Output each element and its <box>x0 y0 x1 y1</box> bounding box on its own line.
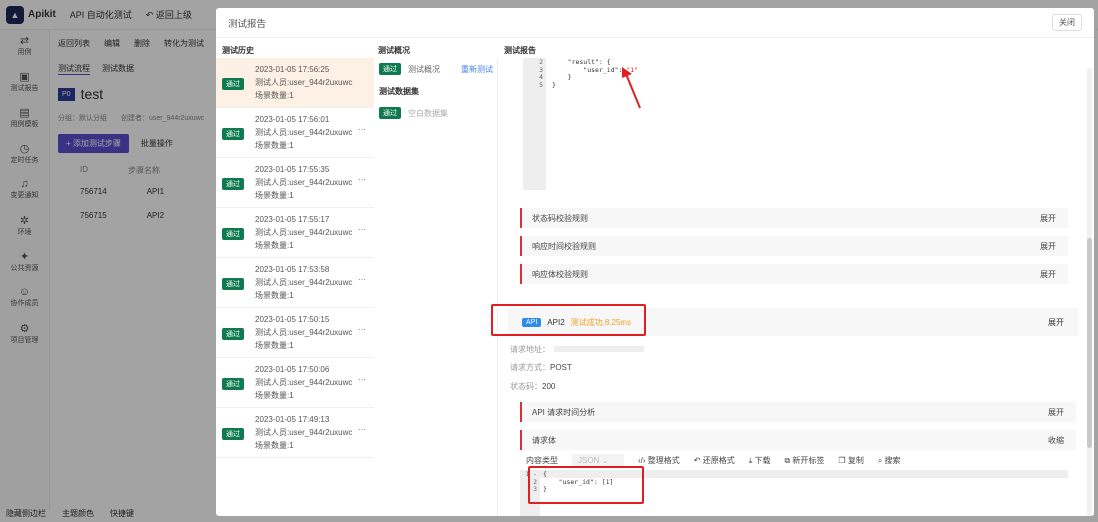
test-report-modal: 测试报告 关闭 测试历史 测试概况 测试报告 通过 2023-01-05 17:56… <box>216 8 1094 516</box>
history-item[interactable]: 通过 2023-01-05 17:53:58 测试人员:user_944r2uxuw… <box>216 258 374 308</box>
overview-panel: 通过 测试概况 重新测试 测试数据集 通过 空白数据集 <box>374 58 498 516</box>
status-badge: 通过 <box>222 178 244 190</box>
more-icon[interactable]: ··· <box>358 125 366 134</box>
history-item[interactable]: 通过 2023-01-05 17:55:35 测试人员:user_944r2uxuw… <box>216 158 374 208</box>
expand-button[interactable]: 展开 <box>1048 317 1064 328</box>
more-icon[interactable]: ··· <box>358 175 366 184</box>
more-icon[interactable]: ··· <box>358 325 366 334</box>
rule-section[interactable]: 响应时间校验规则 展开 <box>520 236 1068 256</box>
scrollbar[interactable] <box>1087 68 1092 516</box>
more-icon[interactable]: ··· <box>358 375 366 384</box>
code-gutter: 2345 <box>523 58 546 190</box>
status-badge: 通过 <box>222 328 244 340</box>
history-list: 通过 2023-01-05 17:56:25 测试人员:user_944r2uxuw… <box>216 58 374 458</box>
more-icon[interactable]: ··· <box>358 275 366 284</box>
highlight-box <box>491 304 646 336</box>
status-badge: 通过 <box>222 428 244 440</box>
dataset-header: 测试数据集 <box>379 86 419 96</box>
status-badge: 通过 <box>222 278 244 290</box>
restore-button[interactable]: ↶ 还原格式 <box>694 455 735 466</box>
history-item[interactable]: 通过 2023-01-05 17:50:15 测试人员:user_944r2uxuw… <box>216 308 374 358</box>
content-type-label: 内容类型 <box>526 456 558 465</box>
timing-section[interactable]: API 请求时间分析 展开 <box>520 402 1076 422</box>
history-item[interactable]: 通过 2023-01-05 17:49:13 测试人员:user_944r2uxuw… <box>216 408 374 458</box>
copy-button[interactable]: ❐ 复制 <box>838 455 863 466</box>
request-url: 请求地址： <box>510 344 644 355</box>
download-button[interactable]: ⤓ 下载 <box>749 455 771 466</box>
search-button[interactable]: ⌕ 搜索 <box>878 455 901 466</box>
report-panel: 2345 "result": { "user_id": "1" }} 状态码校验… <box>491 38 1094 516</box>
status-badge: 通过 <box>222 78 244 90</box>
overview-row[interactable]: 通过 测试概况 重新测试 <box>374 58 497 80</box>
more-icon[interactable]: ··· <box>358 425 366 434</box>
highlight-box <box>528 466 644 504</box>
history-item[interactable]: 通过 2023-01-05 17:50:06 测试人员:user_944r2uxuw… <box>216 358 374 408</box>
new-tab-button[interactable]: ⧉ 新开标签 <box>784 455 824 466</box>
modal-title: 测试报告 <box>228 18 267 30</box>
history-header: 测试历史 <box>222 46 254 55</box>
status-badge: 通过 <box>222 128 244 140</box>
red-arrow-annotation <box>622 67 641 109</box>
status-badge: 通过 <box>222 378 244 390</box>
history-item[interactable]: 通过 2023-01-05 17:55:17 测试人员:user_944r2uxuw… <box>216 208 374 258</box>
history-item[interactable]: 通过 2023-01-05 17:56:25 测试人员:user_944r2uxuw… <box>216 58 374 108</box>
request-body-section[interactable]: 请求体 收缩 <box>520 430 1076 450</box>
rule-section[interactable]: 响应体校验规则 展开 <box>520 264 1068 284</box>
dataset-row[interactable]: 通过 空白数据集 <box>374 102 497 124</box>
overview-header: 测试概况 <box>378 46 410 55</box>
status-code: 状态码：200 <box>510 382 556 391</box>
more-icon[interactable]: ··· <box>358 225 366 234</box>
close-button[interactable]: 关闭 <box>1052 14 1082 31</box>
rule-section[interactable]: 状态码校验规则 展开 <box>520 208 1068 228</box>
rerun-link[interactable]: 重新测试 <box>461 64 497 75</box>
format-button[interactable]: ‹/› 整理格式 <box>638 455 680 466</box>
status-badge: 通过 <box>222 228 244 240</box>
history-item[interactable]: 通过 2023-01-05 17:56:01 测试人员:user_944r2uxuw… <box>216 108 374 158</box>
request-method: 请求方式：POST <box>510 363 572 372</box>
